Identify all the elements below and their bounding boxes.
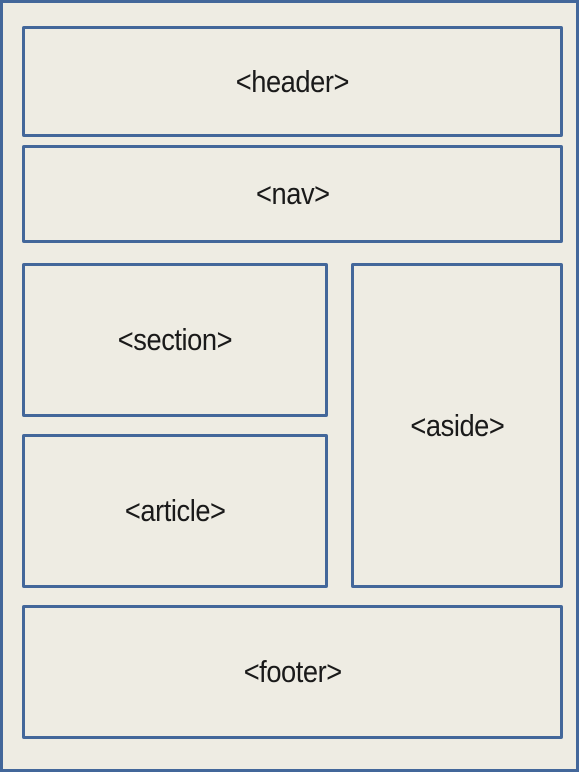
article-box: <article> xyxy=(22,434,328,588)
nav-label: <nav> xyxy=(255,176,330,211)
footer-label: <footer> xyxy=(243,654,342,689)
header-label: <header> xyxy=(235,63,350,99)
article-label: <article> xyxy=(124,493,226,528)
header-box: <header> xyxy=(22,26,563,137)
section-box: <section> xyxy=(22,263,328,417)
aside-label: <aside> xyxy=(409,407,504,443)
nav-box: <nav> xyxy=(22,145,563,243)
footer-box: <footer> xyxy=(22,605,563,739)
page-layout-diagram: <header> <nav> <section> <aside> <articl… xyxy=(0,0,579,772)
aside-box: <aside> xyxy=(351,263,563,588)
section-label: <section> xyxy=(117,322,233,357)
